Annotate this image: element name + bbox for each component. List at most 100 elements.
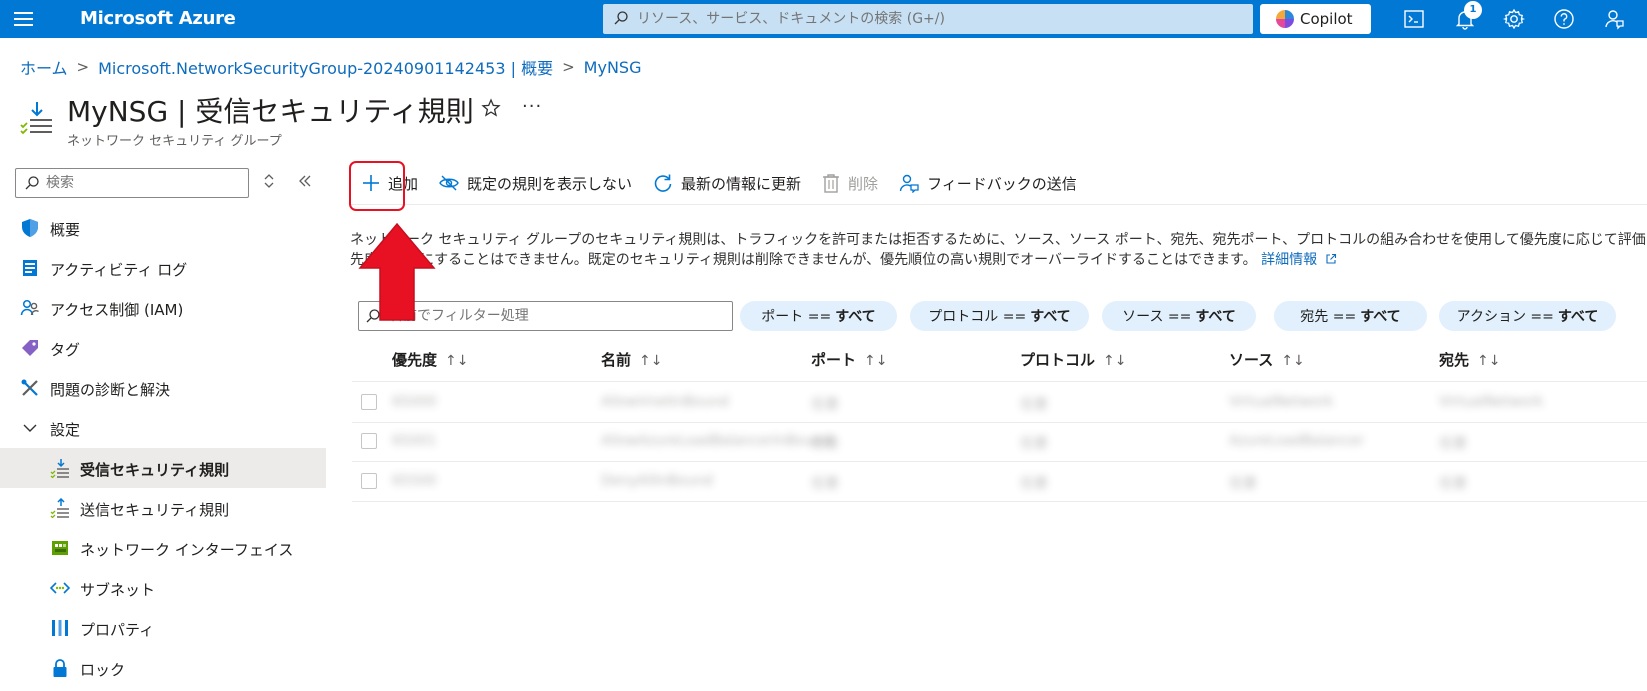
description-line-2: 先度と方向にすることはできません。既定のセキュリティ規則は削除できませんが、優先… [350,250,1647,270]
expand-collapse-icon[interactable] [262,173,276,189]
breadcrumb-deployment[interactable]: Microsoft.NetworkSecurityGroup-202409011… [98,55,553,79]
sidebar-item-label: ロック [80,661,126,679]
row-checkbox[interactable] [361,394,377,410]
row-checkbox[interactable] [361,473,377,489]
sidebar-item-iam[interactable]: アクセス制御 (IAM) [0,288,326,328]
pill-value: すべて [835,309,876,325]
column-label: ソース [1229,351,1274,369]
sidebar-item-label: アクティビティ ログ [50,261,188,279]
table-cell: 65000 [392,394,437,410]
protocol-filter-pill[interactable]: プロトコル == すべて [910,301,1089,331]
sidebar-item-tags[interactable]: タグ [0,328,326,368]
sidebar-item-outbound-rules[interactable]: 送信セキュリティ規則 [0,488,326,528]
command-bar-divider [350,204,1647,205]
sidebar-item-label: サブネット [80,581,156,599]
table-cell: VirtualNetwork [1439,394,1544,410]
sidebar-item-network-interfaces[interactable]: ネットワーク インターフェイス [0,528,326,568]
delete-label: 削除 [848,174,879,193]
pill-key: プロトコル == [928,309,1027,325]
sidebar-search[interactable] [15,168,249,198]
global-search-input[interactable] [637,4,1237,34]
pill-value: すべて [1195,309,1236,325]
table-cell: 任意 [1020,397,1048,413]
table-cell: AllowAzureLoadBalancerInBound [601,433,832,449]
sidebar-item-label: アクセス制御 (IAM) [50,301,184,319]
row-checkbox[interactable] [361,433,377,449]
help-icon[interactable] [1552,7,1576,31]
sidebar-item-label: タグ [50,341,81,359]
column-label: プロトコル [1020,351,1096,369]
column-header-name[interactable]: 名前 ↑↓ [601,349,662,370]
breadcrumb-nsg[interactable]: MyNSG [584,58,642,77]
column-header-source[interactable]: ソース ↑↓ [1229,349,1305,370]
column-header-protocol[interactable]: プロトコル ↑↓ [1020,349,1126,370]
refresh-label: 最新の情報に更新 [681,174,802,193]
table-cell: VirtualNetwork [1229,394,1334,410]
notification-badge: 1 [1464,1,1482,19]
pill-key: アクション == [1456,309,1554,325]
column-label: 優先度 [392,351,438,369]
sidebar-item-activity-log[interactable]: アクティビティ ログ [0,248,326,288]
outbound-rules-icon [50,498,69,518]
command-bar: 追加 既定の規則を表示しない 最新の情報に更新 削除 フィードバックの送信 [350,163,1098,203]
hide-default-rules-button[interactable]: 既定の規則を表示しない [439,173,632,194]
table-cell: 65500 [392,473,437,489]
sidebar-search-input[interactable] [46,169,241,197]
sidebar-item-subnets[interactable]: サブネット [0,568,326,608]
cloud-shell-icon[interactable] [1402,7,1426,31]
column-label: 名前 [601,351,632,369]
sidebar-item-properties[interactable]: プロパティ [0,608,326,648]
global-search[interactable] [603,4,1253,34]
table-row-divider [352,461,1647,462]
sidebar-item-diagnose[interactable]: 問題の診断と解決 [0,368,326,408]
page-title: MyNSG | 受信セキュリティ規則 [67,95,474,128]
sidebar-item-locks[interactable]: ロック [0,648,326,688]
breadcrumb-home[interactable]: ホーム [20,55,68,79]
sidebar-item-label: 受信セキュリティ規則 [80,461,230,479]
action-filter-pill[interactable]: アクション == すべて [1439,301,1616,331]
column-label: 宛先 [1439,351,1470,369]
destination-filter-pill[interactable]: 宛先 == すべて [1274,301,1427,331]
table-cell: AllowVnetInBound [601,394,729,410]
pill-key: 宛先 == [1300,309,1357,325]
column-header-priority[interactable]: 優先度 ↑↓ [392,349,468,370]
red-arrow-annotation [358,222,436,321]
feedback-person-icon[interactable] [1602,7,1626,31]
sidebar-item-label: 概要 [50,221,81,239]
sidebar-item-label: 設定 [50,421,81,439]
refresh-button[interactable]: 最新の情報に更新 [653,173,801,194]
sort-icon: ↑↓ [1477,353,1501,369]
source-filter-pill[interactable]: ソース == すべて [1102,301,1256,331]
copilot-button[interactable]: Copilot [1260,4,1371,34]
star-icon[interactable] [481,98,501,118]
pill-value: すべて [1030,309,1071,325]
copilot-icon [1276,10,1294,28]
breadcrumb: ホーム > Microsoft.NetworkSecurityGroup-202… [20,55,641,79]
column-header-port[interactable]: ポート ↑↓ [811,349,887,370]
brand-title[interactable]: Microsoft Azure [80,8,236,29]
inbound-rules-icon [20,102,52,135]
table-row-divider [352,501,1647,502]
description: ネットワーク セキュリティ グループのセキュリティ規則は、トラフィックを許可また… [350,230,1647,270]
sidebar-group-settings[interactable]: 設定 [0,408,326,448]
column-header-destination[interactable]: 宛先 ↑↓ [1439,349,1500,370]
name-filter-input[interactable] [389,302,724,330]
sidebar-item-inbound-rules[interactable]: 受信セキュリティ規則 [0,448,326,488]
sidebar-nav: 概要 アクティビティ ログ アクセス制御 (IAM) タグ 問題の診断と解決 設… [0,208,326,688]
learn-more-link[interactable]: 詳細情報 [1261,252,1336,268]
sidebar-item-label: 送信セキュリティ規則 [80,501,230,519]
wrench-icon [21,379,38,396]
delete-button[interactable]: 削除 [822,173,878,194]
menu-icon[interactable] [14,12,33,26]
send-feedback-button[interactable]: フィードバックの送信 [899,173,1077,194]
feedback-person-icon [899,174,919,193]
table-cell: 任意 [1439,436,1467,452]
more-options-icon[interactable]: ··· [522,96,542,117]
inbound-rules-icon [50,459,69,478]
gear-icon[interactable] [1502,7,1526,31]
sidebar-item-overview[interactable]: 概要 [0,208,326,248]
table-cell: AzureLoadBalancer [1229,433,1365,449]
collapse-sidebar-icon[interactable] [298,173,312,189]
top-bar: Microsoft Azure Copilot 1 [0,0,1647,38]
port-filter-pill[interactable]: ポート == すべて [740,301,897,331]
